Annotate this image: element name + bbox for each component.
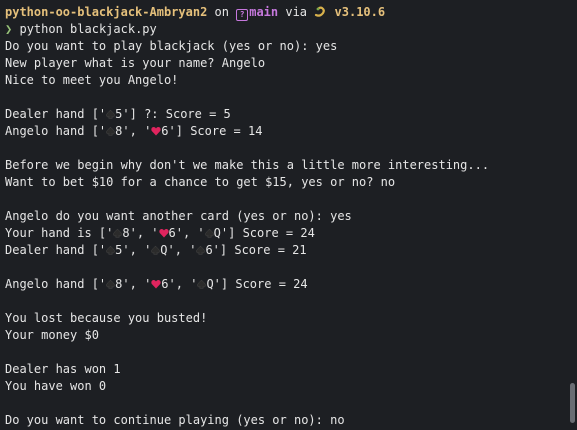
output-line: New player what is your name? Angelo [5,56,266,70]
output-line: Before we begin why don't we make this a… [5,158,490,172]
card-value: 6 [205,243,213,257]
output-line: Dealer has won 1 [5,362,121,376]
output-line: You have won 0 [5,379,107,393]
text-segment: '] Score = 24 [220,226,315,240]
text-segment: '] Score = 14 [168,124,263,138]
command-line: ❯ python blackjack.py [5,21,577,38]
heart-icon [158,229,169,238]
git-branch-icon: ? [236,9,249,21]
prompt-via: via [285,5,308,19]
text-segment: ', ' [122,124,152,138]
branch-name: main [249,5,279,19]
card-value: Q [160,243,168,257]
card-value: 8 [122,226,130,240]
heart-icon [151,280,161,289]
card-value: Q [213,226,221,240]
spade-icon [106,279,115,289]
dealer-hand-line: Dealer hand [' 5'] ?: Score = 5 [5,106,577,123]
card-value: 6 [161,277,169,291]
text-segment: ', ' [167,243,197,257]
text-segment: ', ' [122,243,152,257]
player-hand-line: Angelo hand [' 8', ' 6'] Score = 14 [5,123,577,140]
command-text: python blackjack.py [19,22,157,36]
player-hand-line: Angelo hand [' 8', ' 6', ' Q'] Score = 24 [5,276,577,293]
spade-icon [106,245,115,255]
card-value: 6 [161,124,169,138]
card-value: 6 [168,226,176,240]
prompt-line: python-oo-blackjack-Ambryan2 on ? main vi… [5,4,577,21]
output-line: Do you want to play blackjack (yes or no… [5,39,338,53]
spade-icon [151,245,161,255]
text-segment: Angelo hand [' [5,124,107,138]
dealer-hand-line: Dealer hand [' 5', ' Q', ' 6'] Score = 21 [5,242,577,259]
card-value: Q [206,277,214,291]
text-segment: Your hand is [' [5,226,114,240]
text-segment: ', ' [175,226,205,240]
output-line: Your money $0 [5,328,99,342]
output-line: Do you want to continue playing (yes or … [5,413,345,427]
spade-icon [204,228,214,238]
text-segment: Dealer hand [' [5,107,107,121]
python-version: v3.10.6 [334,5,386,19]
spade-icon [106,126,115,136]
output-line: Want to bet $10 for a chance to get $15,… [5,175,396,189]
prompt-on: on [214,5,229,19]
output-line: Nice to meet you Angelo! [5,73,179,87]
text-segment: '] Score = 24 [213,277,308,291]
text-segment: Angelo hand [' [5,277,107,291]
output-line: Angelo do you want another card (yes or … [5,209,352,223]
heart-icon [151,127,161,136]
text-segment: ', ' [129,226,159,240]
text-segment: ', ' [168,277,198,291]
output-line: You lost because you busted! [5,311,208,325]
text-segment: Dealer hand [' [5,243,107,257]
spade-icon [106,109,115,119]
repo-name: python-oo-blackjack-Ambryan2 [5,5,208,19]
text-segment: '] ?: Score = 5 [122,107,231,121]
snake-icon [315,6,326,17]
your-hand-line: Your hand is [' 8', ' 6', ' Q'] Score = 24 [5,225,577,242]
prompt-chevron-icon: ❯ [5,22,13,36]
text-segment: ', ' [122,277,152,291]
terminal-window[interactable]: python-oo-blackjack-Ambryan2 on ? main vi… [0,0,577,430]
text-segment: '] Score = 21 [212,243,307,257]
scrollbar[interactable] [570,383,575,423]
